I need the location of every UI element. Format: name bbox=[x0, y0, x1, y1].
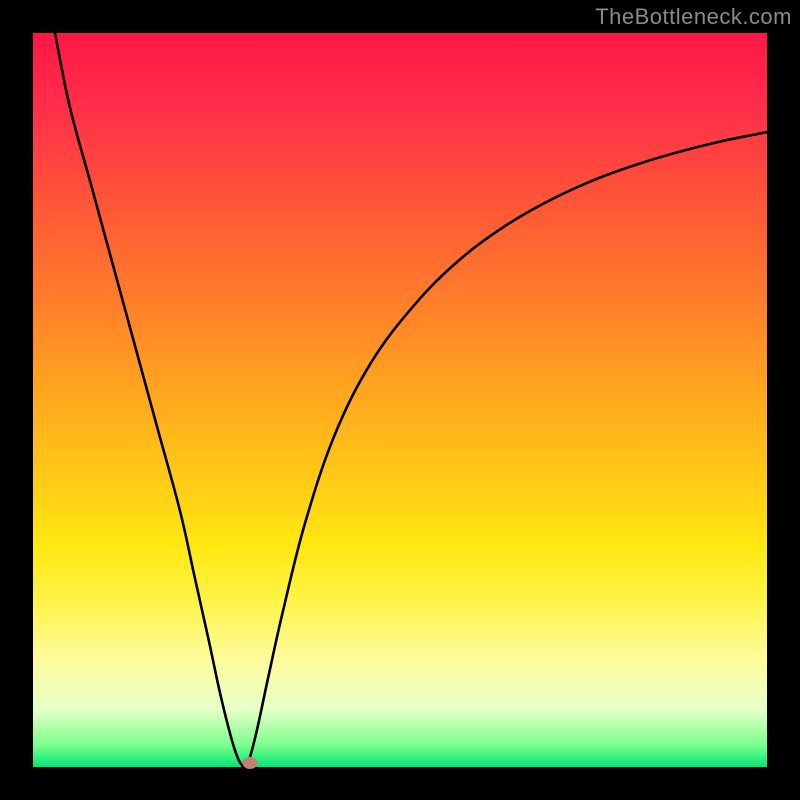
bottleneck-curve bbox=[55, 33, 767, 767]
optimum-marker bbox=[242, 757, 257, 769]
watermark-text: TheBottleneck.com bbox=[595, 4, 792, 30]
plot-area bbox=[33, 33, 767, 767]
curve-svg bbox=[33, 33, 767, 767]
